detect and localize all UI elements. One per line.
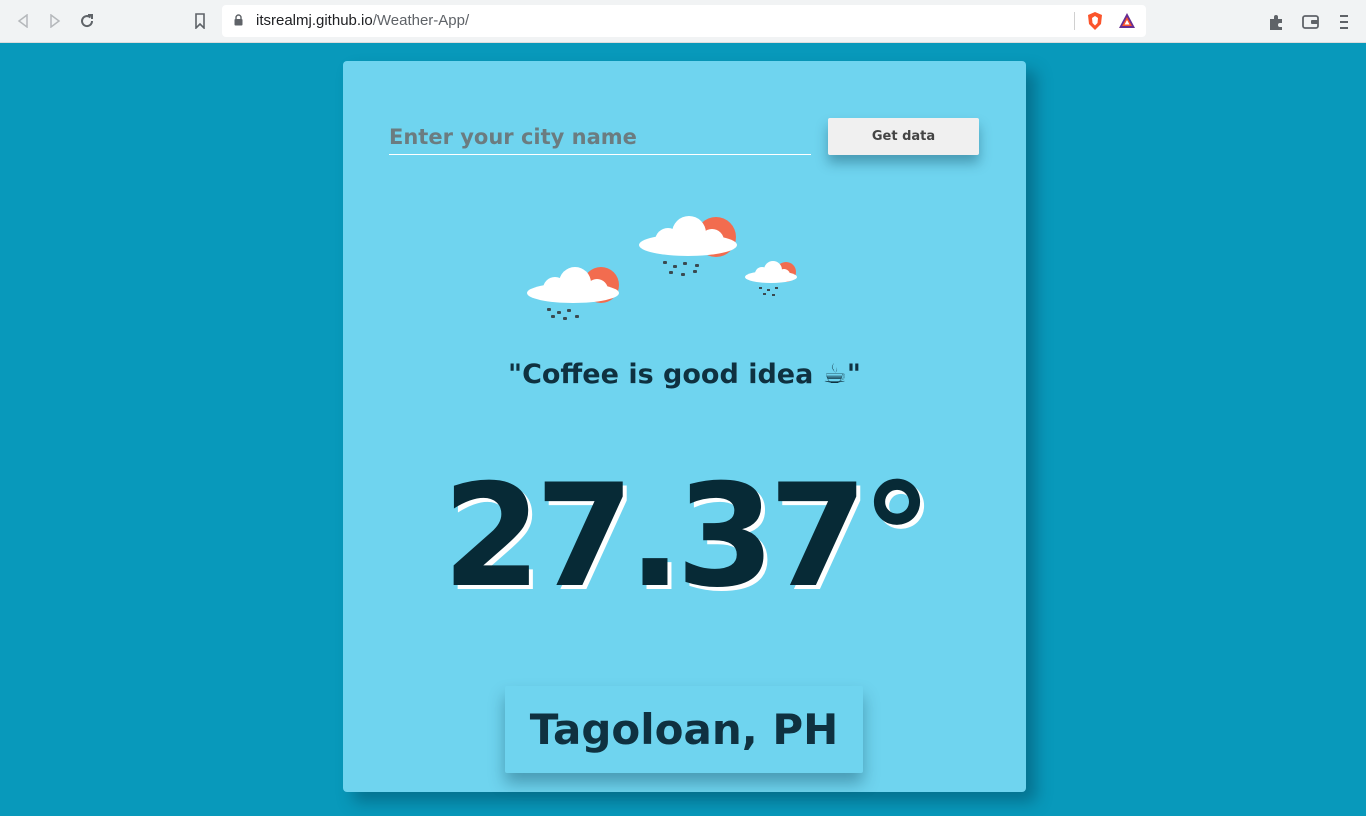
browser-toolbar: itsrealmj.github.io/Weather-App/ [0, 0, 1366, 43]
menu-icon[interactable] [1334, 11, 1356, 33]
rain-cloud-icon [745, 261, 797, 296]
brave-rewards-icon[interactable] [1116, 10, 1138, 32]
location-label: Tagoloan, PH [505, 686, 863, 773]
get-data-button[interactable]: Get data [828, 118, 979, 155]
weather-card: Get data [343, 61, 1026, 792]
wallet-icon[interactable] [1300, 11, 1322, 33]
reload-icon[interactable] [76, 10, 98, 32]
lock-icon [234, 14, 243, 26]
rain-cloud-icon [527, 267, 619, 320]
omnibox-divider [1074, 12, 1075, 30]
address-bar[interactable]: itsrealmj.github.io/Weather-App/ [222, 5, 1146, 37]
temperature-value: 27.37° [442, 454, 932, 619]
weather-quote: "Coffee is good idea ☕" [508, 359, 861, 390]
rain-cloud-icon [639, 216, 737, 276]
forward-icon[interactable] [44, 10, 66, 32]
url-text: itsrealmj.github.io/Weather-App/ [256, 12, 469, 29]
url-host: itsrealmj.github.io [256, 12, 373, 29]
url-path: /Weather-App/ [372, 12, 470, 29]
rain-cloud-illustration [527, 216, 797, 320]
extensions-icon[interactable] [1266, 11, 1288, 33]
brave-shield-icon[interactable] [1084, 10, 1106, 32]
back-icon[interactable] [12, 10, 34, 32]
city-input[interactable] [389, 119, 811, 155]
bookmark-icon[interactable] [189, 10, 211, 32]
